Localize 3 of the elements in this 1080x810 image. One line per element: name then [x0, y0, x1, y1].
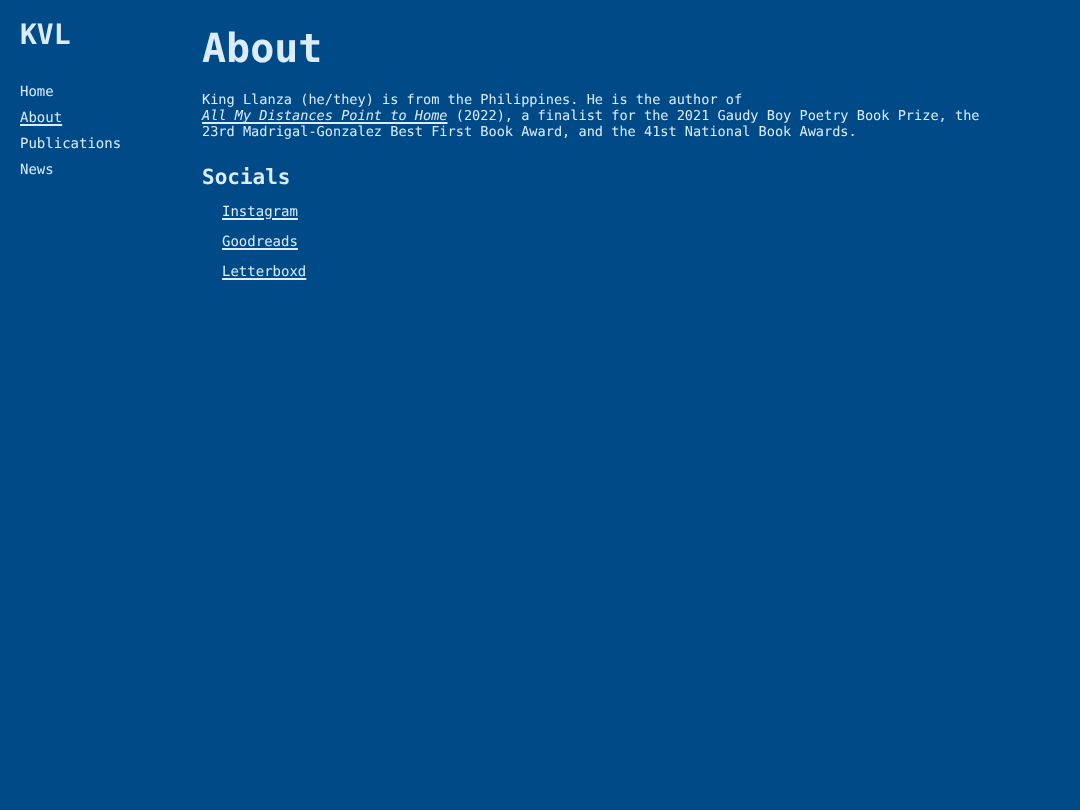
page-title: About — [202, 24, 325, 72]
section-heading: Socials — [202, 165, 293, 190]
site-logo[interactable]: KVL — [20, 20, 202, 52]
